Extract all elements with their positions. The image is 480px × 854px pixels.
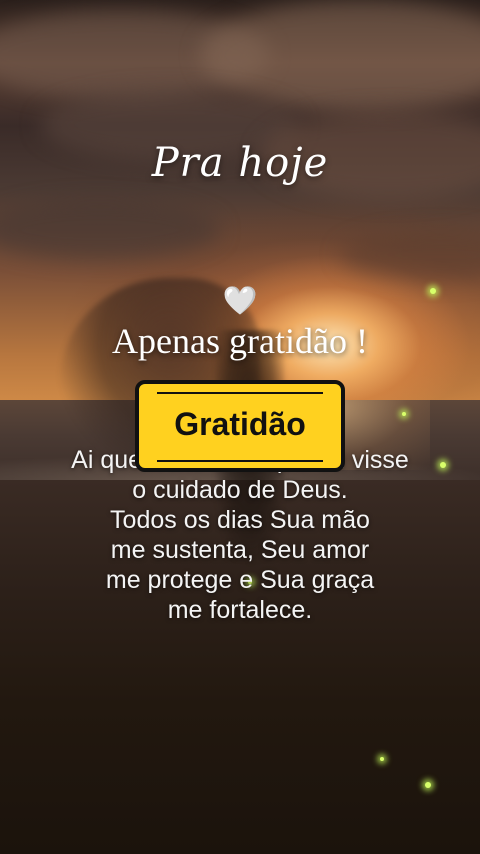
subtitle: Apenas gratidão ! bbox=[112, 321, 368, 361]
sparkle bbox=[425, 782, 431, 788]
message-line: me sustenta, Seu amor bbox=[110, 536, 370, 564]
message-line: me protege e Sua graça bbox=[105, 566, 375, 594]
sticker-label: Gratidão bbox=[174, 406, 306, 442]
white-heart-icon: 🤍 bbox=[222, 284, 258, 317]
sparkle bbox=[380, 757, 384, 761]
sticker-bottom-line bbox=[157, 460, 323, 462]
message-line: me fortalece. bbox=[167, 596, 313, 624]
message-line: Todos os dias Sua mão bbox=[110, 506, 370, 534]
message-text: Ai quem me dera que eu visse o cuidado d… bbox=[0, 445, 480, 625]
gratitude-sticker[interactable]: Gratidão bbox=[135, 380, 345, 472]
page-title: Pra hoje bbox=[151, 140, 329, 186]
sticker-top-line bbox=[157, 392, 323, 394]
sparkle bbox=[402, 412, 406, 416]
message-line: o cuidado de Deus. bbox=[132, 476, 348, 504]
